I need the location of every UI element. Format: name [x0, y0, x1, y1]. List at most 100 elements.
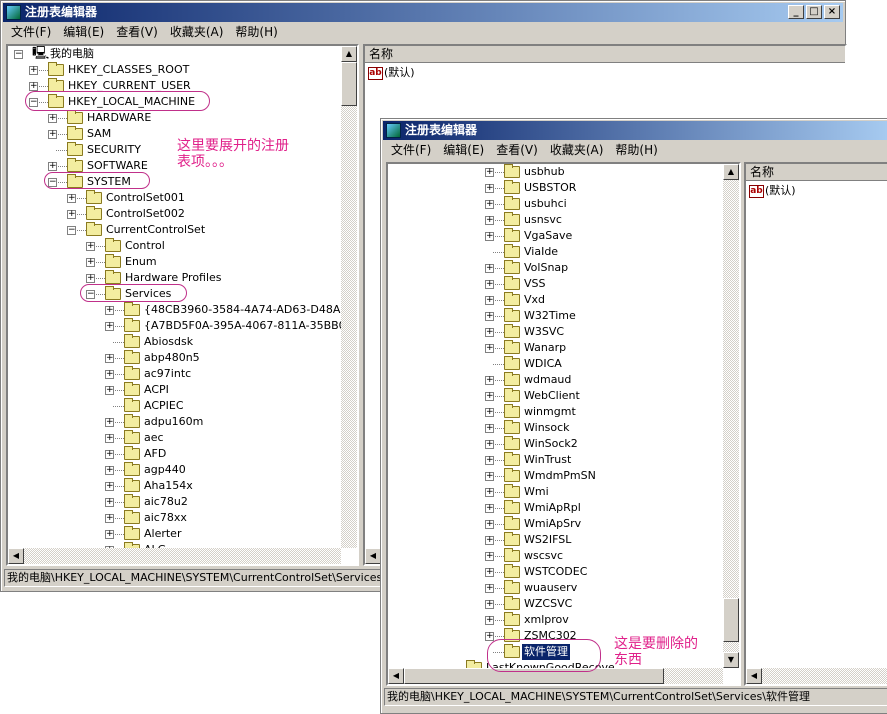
tree-node[interactable]: + HARDWARE [8, 110, 348, 126]
tree-node[interactable]: + WebClient [388, 388, 728, 404]
expand-toggle[interactable]: + [105, 306, 114, 315]
tree-node[interactable]: + Aha154x [8, 478, 348, 494]
menu-favorites[interactable]: 收藏夹(A) [164, 23, 230, 42]
tree-node[interactable]: + wuauserv [388, 580, 728, 596]
scroll-thumb[interactable] [341, 62, 357, 106]
expand-toggle[interactable]: + [485, 536, 494, 545]
scroll-left-button[interactable]: ◀ [746, 668, 762, 684]
tree-vertical-scrollbar[interactable]: ▲ ▼ [723, 164, 739, 668]
expand-toggle[interactable]: + [105, 418, 114, 427]
tree-node[interactable]: + Enum [8, 254, 348, 270]
tree-node[interactable]: + {48CB3960-3584-4A74-AD63-D48A0807D [8, 302, 357, 318]
value-row-default[interactable]: ab (默认) [749, 183, 796, 199]
expand-toggle[interactable]: + [485, 376, 494, 385]
expand-toggle[interactable]: + [86, 274, 95, 283]
value-row-default[interactable]: ab (默认) [368, 65, 415, 81]
tree-node[interactable]: + usnsvc [388, 212, 728, 228]
tree-node[interactable]: + HKEY_CLASSES_ROOT [8, 62, 348, 78]
tree-node[interactable]: + VgaSave [388, 228, 728, 244]
tree-node[interactable]: + aic78xx [8, 510, 348, 526]
expand-toggle[interactable]: + [48, 162, 57, 171]
expand-toggle[interactable]: + [485, 392, 494, 401]
tree-node[interactable]: + WinTrust [388, 452, 728, 468]
menu-file[interactable]: 文件(F) [5, 23, 57, 42]
menu-edit[interactable]: 编辑(E) [437, 141, 490, 160]
close-button[interactable]: × [824, 5, 840, 19]
expand-toggle[interactable]: + [485, 552, 494, 561]
tree-node[interactable]: + usbhub [388, 164, 728, 180]
expand-toggle[interactable]: + [485, 504, 494, 513]
expand-toggle[interactable]: + [485, 168, 494, 177]
column-header-name[interactable]: 名称 [365, 46, 845, 63]
values-horizontal-scrollbar[interactable]: ◀ [746, 668, 887, 684]
expand-toggle[interactable]: + [485, 296, 494, 305]
expand-toggle[interactable]: + [485, 632, 494, 641]
expand-toggle[interactable]: + [105, 466, 114, 475]
tree-node[interactable]: + Vxd [388, 292, 728, 308]
tree-node[interactable]: + adpu160m [8, 414, 348, 430]
scroll-thumb[interactable] [723, 598, 739, 642]
tree-node[interactable]: + W32Time [388, 308, 728, 324]
menu-help[interactable]: 帮助(H) [229, 23, 283, 42]
expand-toggle[interactable]: + [105, 322, 114, 331]
menu-view[interactable]: 查看(V) [490, 141, 544, 160]
tree-node[interactable]: + WmiApRpl [388, 500, 728, 516]
tree-node[interactable]: Abiosdsk [8, 334, 348, 350]
values-pane[interactable]: 名称 ab (默认) ◀ [744, 162, 887, 686]
expand-toggle[interactable]: + [86, 258, 95, 267]
tree-node[interactable]: + AFD [8, 446, 348, 462]
tree-node[interactable]: + WmdmPmSN [388, 468, 728, 484]
tree-horizontal-scrollbar[interactable]: ◀ [8, 548, 341, 564]
expand-toggle[interactable]: + [29, 82, 38, 91]
expand-toggle[interactable]: + [485, 616, 494, 625]
expand-toggle[interactable]: + [485, 216, 494, 225]
menu-edit[interactable]: 编辑(E) [57, 23, 110, 42]
tree-node[interactable]: + ControlSet002 [8, 206, 348, 222]
minimize-button[interactable]: _ [788, 5, 804, 19]
tree-node[interactable]: + wscsvc [388, 548, 728, 564]
tree-node[interactable]: + Alerter [8, 526, 348, 542]
expand-toggle[interactable]: + [485, 184, 494, 193]
tree-node[interactable]: + VolSnap [388, 260, 728, 276]
expand-toggle[interactable]: + [105, 434, 114, 443]
menu-help[interactable]: 帮助(H) [609, 141, 663, 160]
expand-toggle[interactable]: + [67, 194, 76, 203]
expand-toggle[interactable]: + [105, 482, 114, 491]
expand-toggle[interactable]: + [48, 130, 57, 139]
expand-toggle[interactable]: + [485, 488, 494, 497]
tree-node[interactable]: + Wanarp [388, 340, 728, 356]
tree-node[interactable]: − 🖳 我的电脑 [8, 46, 348, 62]
tree-node[interactable]: WDICA [388, 356, 728, 372]
expand-toggle[interactable]: + [485, 600, 494, 609]
tree-node[interactable]: + ac97intc [8, 366, 348, 382]
expand-toggle[interactable]: + [485, 456, 494, 465]
tree-node[interactable]: + usbuhci [388, 196, 728, 212]
collapse-toggle[interactable]: − [14, 50, 23, 59]
expand-toggle[interactable]: + [485, 264, 494, 273]
tree-node[interactable]: + ControlSet001 [8, 190, 348, 206]
expand-toggle[interactable]: + [485, 520, 494, 529]
expand-toggle[interactable]: + [485, 200, 494, 209]
tree-node[interactable]: + abp480n5 [8, 350, 348, 366]
tree-node[interactable]: + aic78u2 [8, 494, 348, 510]
expand-toggle[interactable]: + [485, 280, 494, 289]
expand-toggle[interactable]: + [105, 530, 114, 539]
expand-toggle[interactable]: + [67, 210, 76, 219]
scroll-down-button[interactable]: ▼ [723, 652, 739, 668]
tree-vertical-scrollbar[interactable]: ▲ [341, 46, 357, 548]
tree-node[interactable]: + winmgmt [388, 404, 728, 420]
expand-toggle[interactable]: + [485, 568, 494, 577]
tree-node[interactable]: + Winsock [388, 420, 728, 436]
registry-tree[interactable]: − 🖳 我的电脑 + HKEY_CLASSES_ROOT + HKEY_CURRENT_US… [6, 44, 359, 566]
tree-node[interactable]: + W3SVC [388, 324, 728, 340]
tree-node[interactable]: + Wmi [388, 484, 728, 500]
expand-toggle[interactable]: + [485, 408, 494, 417]
collapse-toggle[interactable]: − [67, 226, 76, 235]
expand-toggle[interactable]: + [105, 498, 114, 507]
tree-node[interactable]: + wdmaud [388, 372, 728, 388]
tree-node[interactable]: + WZCSVC [388, 596, 728, 612]
expand-toggle[interactable]: + [485, 584, 494, 593]
expand-toggle[interactable]: + [485, 472, 494, 481]
expand-toggle[interactable]: + [485, 440, 494, 449]
tree-node[interactable]: + {A7BD5F0A-395A-4067-811A-35BB05DE [8, 318, 357, 334]
